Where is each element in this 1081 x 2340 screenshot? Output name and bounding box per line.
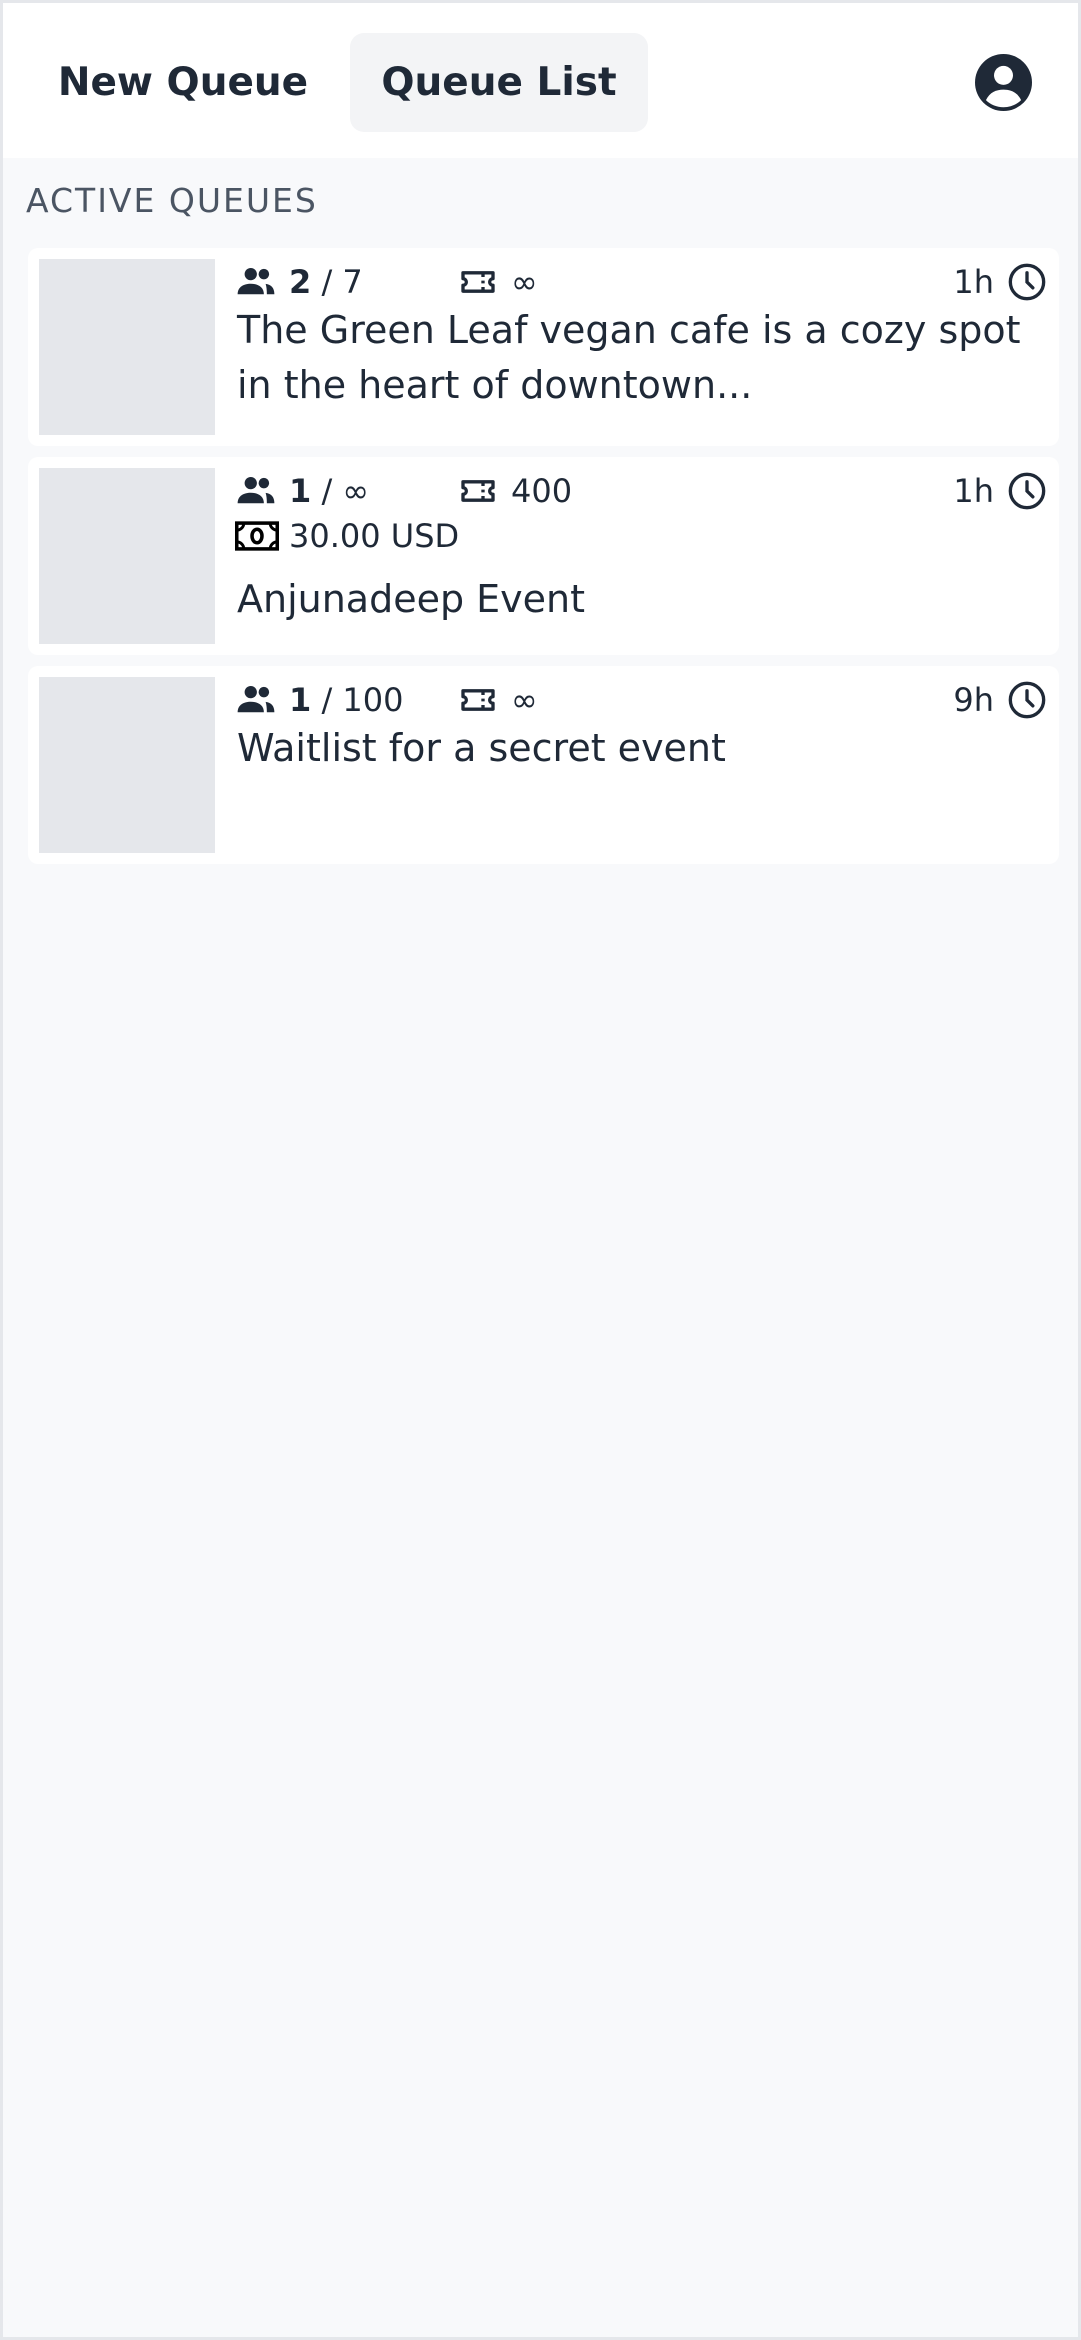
- queue-card[interactable]: 2 / 7 ∞ 1h The Green Leaf vegan cafe is …: [28, 248, 1059, 446]
- queue-time: 1h: [953, 471, 1047, 511]
- queue-description: Anjunadeep Event: [237, 577, 586, 621]
- member-count: 1 / 100: [235, 680, 403, 720]
- queue-price: 30.00 USD: [235, 516, 459, 556]
- users-icon: [237, 477, 275, 504]
- users-icon: [237, 268, 275, 295]
- clock-icon: [1008, 472, 1046, 510]
- queue-card[interactable]: 1 / ∞ 400 1h 30.00 USD Anjunadeep Event: [28, 457, 1059, 655]
- user-circle-icon[interactable]: [975, 54, 1032, 111]
- queue-time: 1h: [953, 262, 1047, 302]
- member-capacity: / ∞: [321, 472, 370, 510]
- queue-time: 9h: [953, 680, 1047, 720]
- member-count: 2 / 7: [235, 262, 363, 302]
- queue-card[interactable]: 1 / 100 ∞ 9h Waitlist for a secret event: [28, 666, 1059, 864]
- queue-thumbnail: [39, 468, 215, 644]
- top-nav: New Queue Queue List: [3, 3, 1078, 158]
- ticket-value: 400: [511, 472, 573, 510]
- clock-icon: [1008, 681, 1046, 719]
- time-value: 9h: [953, 681, 994, 719]
- users-icon: [237, 686, 275, 713]
- ticket-count: ∞: [458, 262, 538, 302]
- ticket-value: ∞: [511, 681, 538, 719]
- ticket-value: ∞: [511, 263, 538, 301]
- member-current: 1: [289, 681, 312, 719]
- queue-thumbnail: [39, 259, 215, 435]
- member-capacity: / 100: [321, 681, 404, 719]
- member-current: 1: [289, 472, 312, 510]
- queue-description: Waitlist for a secret event: [237, 726, 726, 770]
- section-title: ACTIVE QUEUES: [26, 181, 318, 220]
- ticket-count: ∞: [458, 680, 538, 720]
- ticket-icon: [461, 480, 495, 502]
- time-value: 1h: [953, 263, 994, 301]
- price-value: 30.00 USD: [289, 517, 460, 555]
- ticket-icon: [461, 271, 495, 293]
- ticket-count: 400: [458, 471, 572, 511]
- banknote-icon: [235, 521, 279, 551]
- time-value: 1h: [953, 472, 994, 510]
- queue-thumbnail: [39, 677, 215, 853]
- member-count: 1 / ∞: [235, 471, 369, 511]
- clock-icon: [1008, 263, 1046, 301]
- tab-new-queue[interactable]: New Queue: [27, 33, 339, 132]
- tab-queue-list[interactable]: Queue List: [350, 33, 648, 132]
- queue-description: The Green Leaf vegan cafe is a cozy spot…: [237, 308, 1021, 407]
- ticket-icon: [461, 689, 495, 711]
- member-capacity: / 7: [321, 263, 363, 301]
- member-current: 2: [289, 263, 312, 301]
